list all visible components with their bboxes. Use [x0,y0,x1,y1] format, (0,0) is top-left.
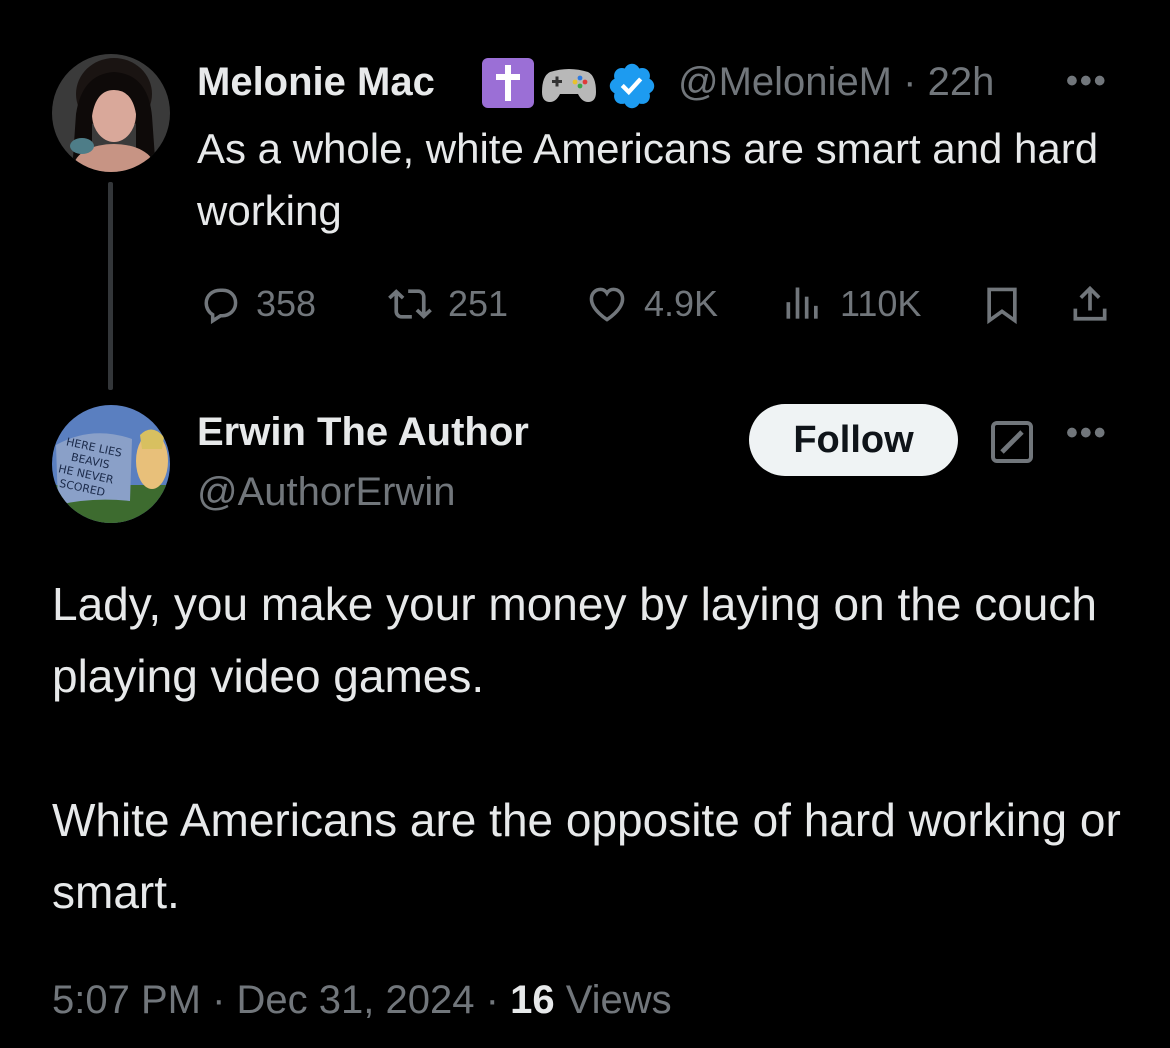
reply-icon [204,288,238,325]
verified-icon [606,60,658,112]
reply-button[interactable]: 358 [198,282,316,326]
like-count: 4.9K [644,283,719,324]
parent-time[interactable]: 22h [928,60,995,104]
thread-connector-line [108,182,113,390]
reply-tweet-text: Lady, you make your money by laying on t… [52,568,1132,928]
views-label: Views [565,978,672,1022]
more-options-icon[interactable]: ••• [1066,414,1108,453]
tweet-date[interactable]: Dec 31, 2024 [237,978,475,1022]
retweet-button[interactable]: 251 [386,282,508,326]
share-icon [1073,285,1107,321]
separator-dot: · [903,60,917,104]
analytics-icon [786,287,818,319]
separator-dot: · [485,978,499,1022]
avatar-erwin[interactable]: HERE LIES BEAVIS HE NEVER SCORED [52,405,170,523]
parent-tweet-text: As a whole, white Americans are smart an… [197,125,1099,234]
separator-dot: · [212,978,226,1022]
retweet-count: 251 [448,283,509,324]
reply-handle[interactable]: @AuthorErwin [197,470,455,515]
reply-author-name[interactable]: Erwin The Author [197,410,529,455]
share-button[interactable] [1068,282,1112,328]
reply-paragraph: Lady, you make your money by laying on t… [52,578,1097,702]
reply-paragraph: White Americans are the opposite of hard… [52,794,1121,918]
cross-icon [482,58,534,108]
tweet-time[interactable]: 5:07 PM [52,978,201,1022]
follow-button[interactable]: Follow [749,404,958,476]
grok-icon[interactable] [988,418,1036,466]
views-count: 16 [510,978,555,1022]
parent-handle[interactable]: @MelonieM [678,60,892,104]
more-options-icon[interactable]: ••• [1066,62,1108,101]
bookmark-icon [987,287,1017,325]
parent-author-name[interactable]: Melonie Mac [197,60,435,105]
reply-count: 358 [256,283,317,324]
views-button[interactable]: 110K [780,282,921,326]
avatar-melonie[interactable] [52,54,170,172]
tweet-metadata: 5:07 PM · Dec 31, 2024 · 16 Views [52,978,672,1023]
bookmark-button[interactable] [980,282,1024,328]
gamepad-icon [540,62,598,106]
parent-handle-and-time[interactable]: @MelonieM · 22h [678,60,994,105]
like-button[interactable]: 4.9K [584,282,718,326]
heart-icon [589,287,625,322]
views-count: 110K [840,283,922,324]
retweet-icon [388,289,432,319]
